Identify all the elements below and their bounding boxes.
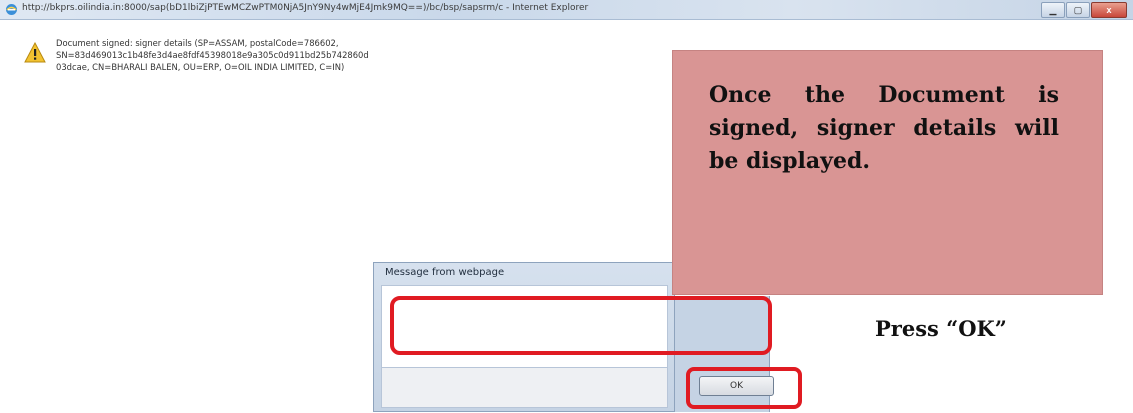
dialog-footer	[381, 368, 668, 408]
warning-icon	[24, 42, 46, 63]
press-ok-annotation: Press “OK”	[875, 316, 1007, 341]
internet-explorer-icon	[6, 4, 17, 15]
maximize-button[interactable]: ▢	[1066, 2, 1090, 18]
close-button[interactable]: x	[1091, 2, 1127, 18]
minimize-icon: ▁	[1049, 5, 1057, 15]
window-title: http://bkprs.oilindia.in:8000/sap(bD1lbi…	[22, 3, 589, 13]
ok-button-highlight	[686, 367, 802, 409]
callout-text: Once the Document is signed, signer deta…	[709, 82, 1059, 174]
window-controls: ▁ ▢ x	[1040, 2, 1127, 18]
close-icon: x	[1106, 5, 1112, 15]
window-titlebar: http://bkprs.oilindia.in:8000/sap(bD1lbi…	[0, 0, 1133, 20]
minimize-button[interactable]: ▁	[1041, 2, 1065, 18]
dialog-title: Message from webpage	[385, 267, 505, 278]
maximize-icon: ▢	[1073, 5, 1083, 15]
dialog-message: Document signed: signer details (SP=ASSA…	[56, 38, 369, 72]
message-highlight	[390, 296, 772, 355]
instruction-callout: Once the Document is signed, signer deta…	[672, 50, 1103, 295]
